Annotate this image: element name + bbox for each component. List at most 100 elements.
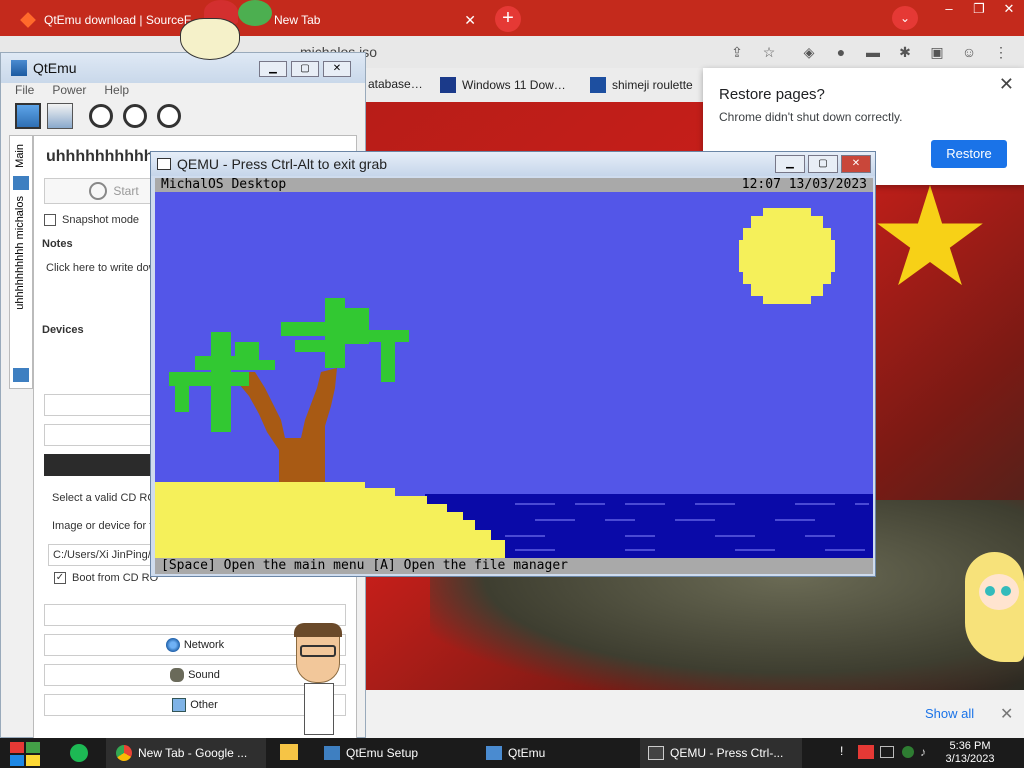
power-on-icon[interactable]	[89, 104, 113, 128]
gnome-beard	[180, 18, 240, 60]
button-label: Other	[190, 699, 218, 711]
snapshot-mode-checkbox[interactable]: Snapshot mode	[44, 214, 139, 226]
character-eye	[1001, 586, 1011, 596]
os-title: MichalOS Desktop	[161, 178, 287, 192]
side-panel-icon[interactable]: ▣	[928, 43, 946, 61]
folder-icon[interactable]	[280, 744, 298, 760]
island-scene	[155, 208, 873, 558]
clock-time: 5:36 PM	[949, 740, 991, 752]
tab-main[interactable]: Main	[14, 144, 26, 168]
chrome-tab-bar: QtEmu download | SourceF New Tab ✕ + ⌄ –…	[0, 0, 1024, 36]
warning-icon[interactable]: !	[840, 744, 843, 758]
settings-icon[interactable]	[47, 103, 73, 129]
bookmark-database[interactable]: atabase…	[368, 77, 423, 91]
tab-vm-michalos[interactable]: uhhhhhhhhhh michalos	[14, 196, 26, 310]
tab-search-button[interactable]: ⌄	[892, 6, 918, 30]
new-machine-icon[interactable]	[15, 103, 41, 129]
speaker-icon[interactable]: ♪	[920, 745, 926, 759]
device-field[interactable]	[44, 394, 154, 416]
start-button[interactable]	[10, 742, 42, 766]
network-icon[interactable]	[880, 746, 894, 758]
tab-label: QtEmu download | SourceF	[44, 13, 192, 27]
sand-island	[155, 482, 505, 558]
menu-power[interactable]: Power	[52, 83, 86, 97]
close-icon[interactable]: ✕	[994, 0, 1024, 20]
taskbar-clock[interactable]: 5:36 PM 3/13/2023	[930, 740, 1010, 766]
power-off-icon[interactable]	[123, 104, 147, 128]
profile-icon[interactable]: ☺	[960, 43, 978, 61]
spotify-icon[interactable]	[70, 744, 88, 762]
tray-app-icon[interactable]	[902, 746, 914, 758]
shimeji-character-gnome[interactable]	[180, 0, 276, 64]
taskbar-label: QtEmu Setup	[346, 746, 419, 760]
button-label: Sound	[188, 669, 220, 681]
frog-icon	[238, 0, 272, 26]
reset-icon[interactable]	[157, 104, 181, 128]
close-icon[interactable]: ✕	[323, 61, 351, 77]
share-icon[interactable]: ⇪	[728, 43, 746, 61]
bookmark-windows11[interactable]: Windows 11 Dow…	[440, 77, 566, 93]
image-path-input[interactable]: C:/Users/Xi JinPing/	[48, 544, 154, 566]
minimize-icon[interactable]: –	[934, 0, 964, 20]
devices-heading: Devices	[42, 324, 84, 336]
flag-icon[interactable]	[858, 745, 874, 759]
menu-file[interactable]: File	[15, 83, 34, 97]
shimeji-character[interactable]	[965, 552, 1024, 667]
bookmark-label: Windows 11 Dow…	[462, 78, 566, 92]
character-face	[979, 574, 1019, 610]
minimize-icon[interactable]: ▁	[775, 155, 805, 173]
taskbar-item-qemu[interactable]: QEMU - Press Ctrl-...	[640, 738, 802, 768]
tab-label: New Tab	[274, 13, 321, 27]
sun-icon	[739, 208, 835, 304]
show-all-link[interactable]: Show all	[925, 706, 974, 721]
qemu-window: QEMU - Press Ctrl-Alt to exit grab ▁ ▢ ✕…	[150, 151, 876, 577]
character-eye	[985, 586, 995, 596]
maximize-icon[interactable]: ❐	[964, 0, 994, 20]
power-icon	[89, 182, 108, 200]
notes-field[interactable]: Click here to write dow	[46, 262, 157, 274]
taskbar-item-qtemu[interactable]: QtEmu	[478, 738, 628, 768]
taskbar-item-chrome[interactable]: New Tab - Google ...	[106, 738, 266, 768]
close-icon[interactable]: ✕	[1000, 704, 1013, 724]
bookmark-shimeji[interactable]: shimeji roulette	[590, 77, 693, 93]
menu-dots-icon[interactable]: ⋮	[992, 43, 1010, 61]
qtemu-menubar: File Power Help	[15, 83, 129, 97]
taskbar-item-qtemu-setup[interactable]: QtEmu Setup	[316, 738, 466, 768]
setup-icon	[324, 746, 340, 760]
chrome-window-controls: – ❐ ✕	[934, 0, 1024, 20]
star-icon[interactable]: ☆	[760, 43, 778, 61]
new-tab-button[interactable]: +	[495, 6, 521, 32]
glasses-icon	[300, 645, 336, 657]
flag-extension-icon[interactable]: ▬	[864, 43, 882, 61]
ublock-icon[interactable]: ◈	[800, 43, 818, 61]
shimeji-character-hank[interactable]	[290, 623, 344, 735]
qemu-titlebar[interactable]: QEMU - Press Ctrl-Alt to exit grab	[151, 152, 875, 176]
windows-logo-part	[10, 755, 24, 766]
qemu-app-icon	[157, 158, 171, 170]
bookmark-label: atabase…	[368, 77, 423, 91]
checkbox-label: Boot from CD RO	[72, 572, 159, 584]
os-top-bar: MichalOS Desktop 12:07 13/03/2023	[155, 178, 873, 192]
vm-name: uhhhhhhhhhh	[46, 148, 154, 165]
maximize-icon[interactable]: ▢	[291, 61, 319, 77]
other-device-icon	[172, 698, 187, 712]
device-field[interactable]	[44, 424, 154, 446]
menu-help[interactable]: Help	[104, 83, 129, 97]
close-icon[interactable]: ✕	[999, 74, 1014, 95]
boot-from-cd-checkbox[interactable]: ✓ Boot from CD RO	[54, 572, 158, 584]
checkbox-checked: ✓	[54, 572, 66, 584]
restore-button[interactable]: Restore	[931, 140, 1007, 168]
emulator-screen[interactable]: MichalOS Desktop 12:07 13/03/2023 [Space…	[155, 178, 873, 574]
cdrom-section-header	[44, 454, 154, 476]
puzzle-icon[interactable]: ✱	[896, 43, 914, 61]
machine-icon	[13, 176, 29, 190]
qtemu-icon	[486, 746, 502, 760]
character-body	[304, 683, 334, 735]
close-icon[interactable]: ✕	[464, 12, 476, 29]
maximize-icon[interactable]: ▢	[808, 155, 838, 173]
tab-new-tab[interactable]: New Tab ✕	[262, 4, 486, 36]
extension-avatar-icon[interactable]: ●	[832, 43, 850, 61]
windows-logo-part	[10, 742, 24, 753]
close-icon[interactable]: ✕	[841, 155, 871, 173]
checkbox-label: Snapshot mode	[62, 214, 140, 226]
